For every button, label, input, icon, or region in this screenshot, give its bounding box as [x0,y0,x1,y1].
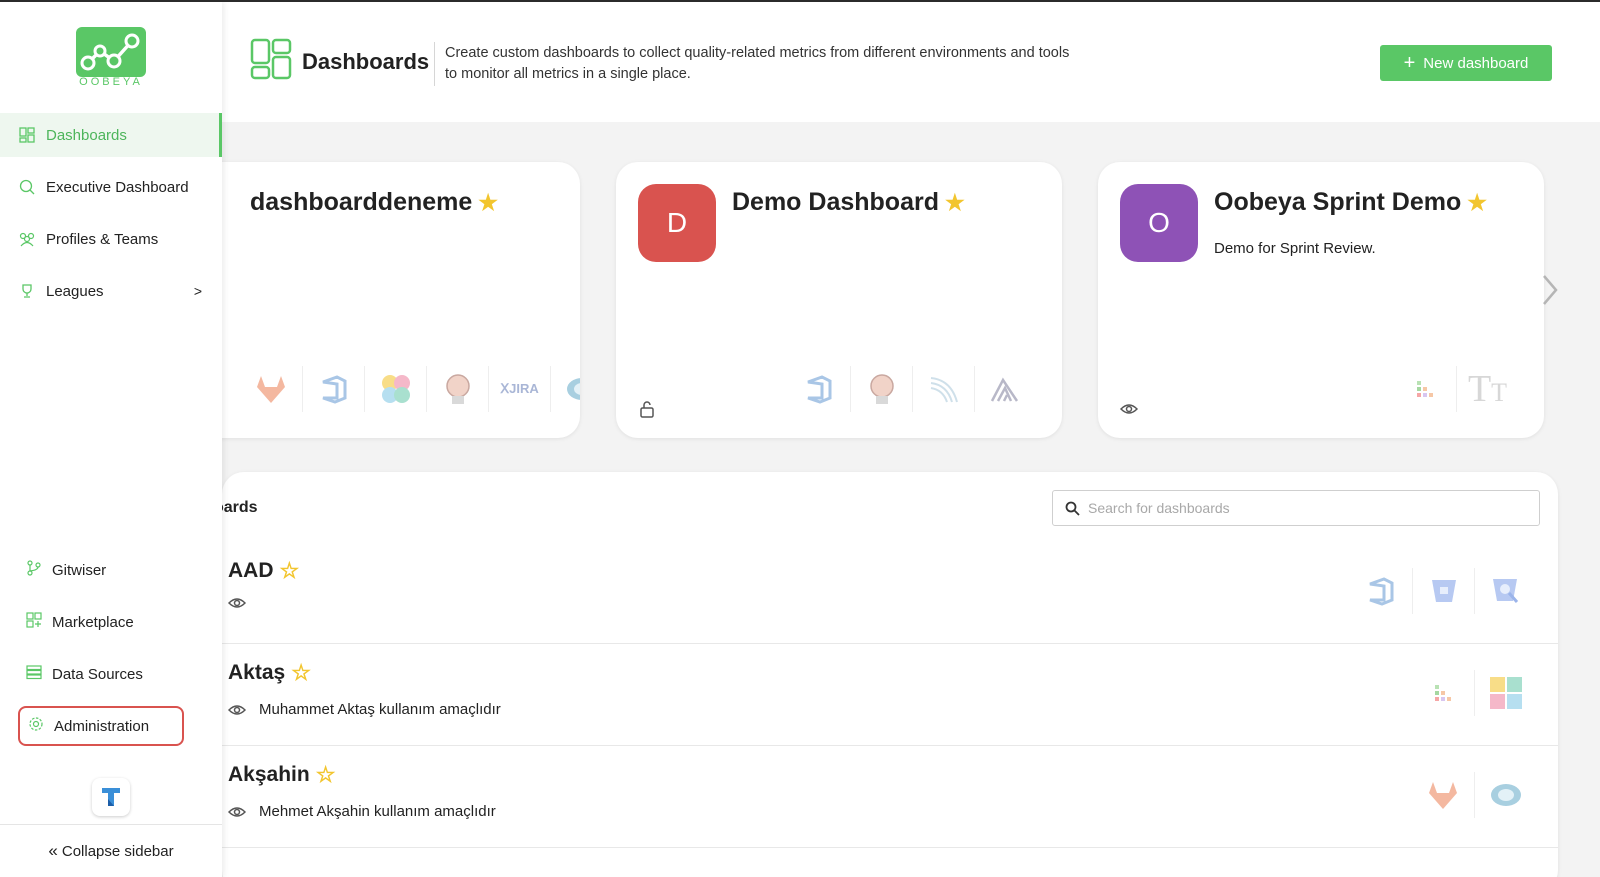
azure-devops-icon [1350,568,1412,614]
list-item-title: AAD ☆ [228,558,300,584]
marketplace-icon [26,612,42,632]
search-input[interactable] [1088,500,1528,516]
list-item[interactable]: AAD ☆ [222,542,1558,644]
sonar-waves-icon [912,366,974,412]
sidebar-item-label: Marketplace [52,613,134,631]
page-description: Create custom dashboards to collect qual… [445,45,1070,82]
star-filled-icon[interactable]: ★ [1467,190,1487,216]
database-icon [26,664,42,684]
card-title: dashboarddeneme ★ [250,188,499,216]
card-title: Demo Dashboard ★ [732,188,965,216]
jenkins-icon [850,366,912,412]
card-avatar: O [1120,184,1198,262]
collapse-sidebar-label: Collapse sidebar [61,842,174,860]
card-avatar: D [638,184,716,262]
dashboard-icon [18,126,36,144]
jenkins-icon [426,366,488,412]
collapse-sidebar-button[interactable]: « Collapse sidebar [0,824,222,877]
dashboards-list-panel: oards AAD☆ Aktaş☆ Muhammet Aktaş kullanı… [214,472,1558,877]
gear-icon [28,716,44,736]
sidebar-item-label: Executive Dashboard [46,178,189,196]
card-integrations: TT [1394,366,1518,412]
card-integrations: ⅩJIRA [240,366,580,412]
text-size-icon: TT [1456,366,1518,412]
double-chevron-left-icon: « [48,841,58,860]
plus-icon: + [1403,52,1416,74]
sidebar-item-label: Data Sources [52,665,143,683]
eye-icon [228,807,246,817]
star-filled-icon[interactable]: ★ [945,190,965,216]
elastic-icon [364,366,426,412]
card-title: Oobeya Sprint Demo ★ [1214,188,1487,216]
sidebar-item-administration[interactable]: Administration [18,706,184,746]
star-outline-icon[interactable]: ☆ [280,558,300,584]
azure-devops-icon [302,366,364,412]
sidebar-item-label: Gitwiser [52,561,107,579]
team-logo-icon[interactable] [92,778,130,816]
pixel-grid-icon [1412,670,1474,716]
chevron-right-icon: > [193,283,202,299]
list-item-description: Muhammet Aktaş kullanım amaçlıdır [259,701,501,718]
list-item-title: Akşahin ☆ [228,762,336,788]
list-item-description: Mehmet Akşahin kullanım amaçlıdır [259,803,496,820]
star-outline-icon[interactable]: ☆ [291,660,311,686]
sidebar-item-label: Dashboards [46,126,127,144]
dashboard-card[interactable]: dashboarddeneme ★ ⅩJIRA [160,162,580,438]
sidebar-item-data-sources[interactable]: Data Sources [18,654,184,694]
gitlab-icon [1412,772,1474,818]
sidebar-item-label: Profiles & Teams [46,230,159,248]
header-divider [434,42,435,86]
dashboard-icon [250,38,292,80]
jira-icon: ⅩJIRA [488,366,550,412]
sidebar-item-label: Administration [54,717,150,735]
lock-icon [640,401,654,418]
search-icon [1065,501,1080,516]
logo-text: OOBEYA [79,76,143,88]
new-dashboard-button[interactable]: + New dashboard [1380,45,1552,81]
sidebar-item-gitwiser[interactable]: Gitwiser [18,550,184,590]
search-box[interactable] [1052,490,1540,526]
sidebar-item-marketplace[interactable]: Marketplace [18,602,184,642]
card-integrations [788,366,1036,412]
page-title: Dashboards [302,49,430,74]
card-description: Demo for Sprint Review. [1214,240,1376,257]
chevron-right-icon[interactable] [1538,270,1562,310]
gitlab-icon [240,366,302,412]
list-item-integrations [1412,670,1536,716]
list-item[interactable]: Akşahin ☆ Mehmet Akşahin kullanım amaçlıd… [222,746,1558,848]
list-item-integrations [1350,568,1536,614]
dashboard-card[interactable]: O Oobeya Sprint Demo ★ Demo for Sprint Re… [1098,162,1544,438]
list-item[interactable]: Aktaş ☆ Muhammet Aktaş kullanım amaçlıdır [222,644,1558,746]
eye-icon [228,598,246,608]
sidebar-item-executive-dashboard[interactable]: Executive Dashboard [0,165,222,209]
window-top-border [0,0,1600,2]
new-dashboard-label: New dashboard [1423,54,1529,72]
dashboard-card[interactable]: D Demo Dashboard ★ [616,162,1062,438]
git-branch-icon [26,560,42,580]
eye-ring-icon [550,366,580,412]
eye-icon [1120,404,1138,414]
sidebar: OOBEYA Dashboards Executive Dashboard Pr… [0,2,222,877]
bitbucket-icon [1412,568,1474,614]
eye-icon [228,705,246,715]
sidebar-item-label: Leagues [46,282,104,300]
pixel-grid-icon [1394,366,1456,412]
sidebar-item-profiles-teams[interactable]: Profiles & Teams [0,217,222,261]
puzzle-icon [1474,670,1536,716]
page-header: Dashboards Create custom dashboards to c… [222,2,1600,122]
trophy-icon [18,282,36,300]
eye-ring-icon [1474,772,1536,818]
bitbucket-search-icon [1474,568,1536,614]
sidebar-item-leagues[interactable]: Leagues > [0,269,222,313]
sentry-icon [974,366,1036,412]
star-filled-icon[interactable]: ★ [478,190,498,216]
star-outline-icon[interactable]: ☆ [316,762,336,788]
teams-icon [18,230,36,248]
azure-devops-icon [788,366,850,412]
list-item-integrations [1412,772,1536,818]
sidebar-item-dashboards[interactable]: Dashboards [0,113,222,157]
list-item-title: Aktaş ☆ [228,660,311,686]
executive-icon [18,178,36,196]
